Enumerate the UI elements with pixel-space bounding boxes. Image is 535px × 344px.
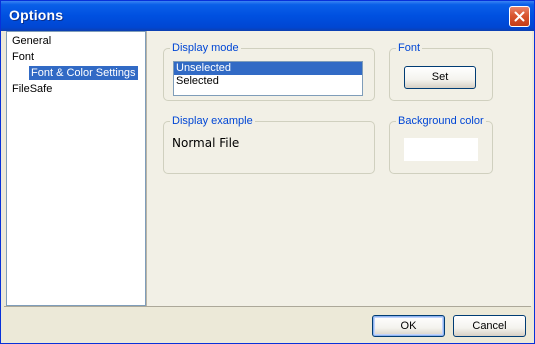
display-mode-group: Display mode Unselected Selected — [163, 42, 375, 101]
font-legend: Font — [396, 42, 423, 55]
options-tree[interactable]: General Font Font & Color Settings FileS… — [6, 31, 146, 306]
display-example-group: Display example Normal File — [163, 115, 375, 174]
title-bar[interactable]: Options — [1, 1, 534, 31]
cancel-button[interactable]: Cancel — [453, 315, 526, 337]
tree-item-font-color-settings[interactable]: Font & Color Settings — [29, 66, 138, 80]
background-color-swatch[interactable] — [404, 138, 478, 161]
close-button[interactable] — [509, 6, 530, 27]
list-item-unselected[interactable]: Unselected — [174, 62, 362, 75]
tree-item-filesafe[interactable]: FileSafe — [10, 82, 54, 96]
close-icon — [514, 11, 525, 22]
settings-pane: Display mode Unselected Selected Font Se… — [146, 31, 532, 306]
set-font-button[interactable]: Set — [404, 66, 476, 89]
background-color-legend: Background color — [396, 115, 486, 128]
tree-item-font[interactable]: Font — [10, 50, 36, 64]
list-item-selected[interactable]: Selected — [174, 75, 362, 88]
font-group: Font Set — [389, 42, 493, 101]
ok-button[interactable]: OK — [372, 315, 445, 337]
display-mode-legend: Display mode — [170, 42, 241, 55]
display-example-legend: Display example — [170, 115, 255, 128]
dialog-client-area: General Font Font & Color Settings FileS… — [4, 31, 532, 340]
window-title: Options — [9, 7, 64, 23]
footer-divider — [4, 306, 531, 307]
background-color-group: Background color — [389, 115, 493, 174]
display-example-text: Normal File — [172, 136, 240, 150]
options-dialog: Options General Font Font & Color Settin… — [0, 0, 535, 344]
tree-item-general[interactable]: General — [10, 34, 53, 48]
display-mode-listbox[interactable]: Unselected Selected — [173, 61, 363, 96]
